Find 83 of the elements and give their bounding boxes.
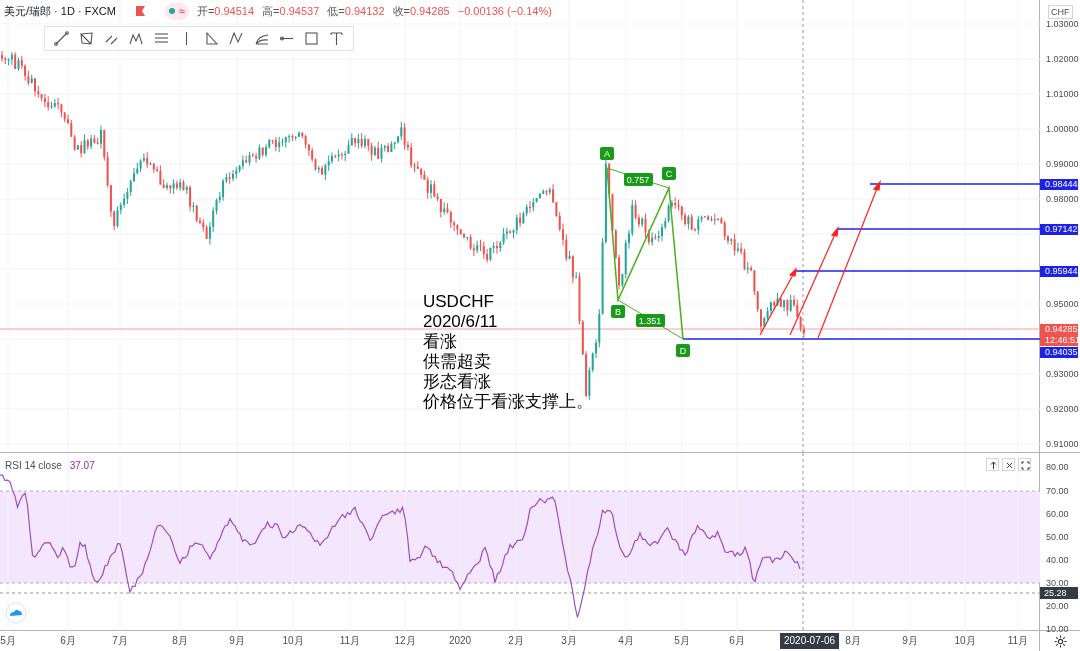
rsi-tick: 20.00: [1046, 601, 1069, 611]
time-label: 12月: [394, 635, 416, 647]
price-tick: 1.02000: [1046, 54, 1079, 64]
status-dot-icon: [168, 8, 175, 15]
rsi-tick: 80.00: [1046, 462, 1069, 472]
ohlc-value: 0.94285: [409, 4, 450, 19]
text-tool-icon[interactable]: [328, 30, 345, 47]
maximize-icon[interactable]: [1018, 458, 1031, 471]
annotation-line: 2020/6/11: [423, 312, 499, 332]
pattern-icon[interactable]: [128, 30, 145, 47]
annotation-line: 看涨: [423, 332, 458, 352]
time-label: 5月: [0, 635, 16, 647]
rsi-title[interactable]: RSI 14 close: [5, 458, 62, 473]
time-label: 2月: [508, 635, 524, 647]
annotation-line: 形态看涨: [423, 372, 492, 392]
price-tag: 0.97142: [1040, 224, 1078, 235]
rsi-value: 37.07: [69, 459, 95, 473]
time-label: 9月: [902, 635, 918, 647]
time-label: 6月: [729, 635, 745, 647]
price-tag: 0.94035: [1040, 347, 1078, 358]
ohlc-label: 开=: [196, 4, 215, 19]
price-tick: 1.00000: [1046, 124, 1079, 134]
diagonal-line-icon[interactable]: [53, 30, 70, 47]
ohlc-label: 收=: [392, 4, 410, 19]
pattern-point-label: C: [662, 167, 676, 180]
annotation-line: 价格位于看涨支撑上。: [423, 392, 593, 412]
settings-icon[interactable]: [1053, 634, 1067, 648]
pattern-point-label: A: [600, 147, 614, 160]
price-tick: 1.03000: [1046, 19, 1079, 29]
rsi-tick: 50.00: [1046, 532, 1069, 542]
time-label: 10月: [954, 635, 976, 647]
time-label: 5月: [674, 635, 690, 647]
price-tick: 0.99000: [1046, 159, 1079, 169]
currency-label[interactable]: CHF: [1048, 5, 1073, 19]
price-tick: 0.92000: [1046, 404, 1079, 414]
indicator-pill[interactable]: ≈: [164, 3, 189, 20]
price-tag: 0.95944: [1040, 266, 1078, 277]
pattern-point-label: D: [676, 344, 690, 357]
price-tick: 1.01000: [1046, 89, 1079, 99]
price-tick: 0.91000: [1046, 439, 1079, 449]
zigzag-icon[interactable]: [228, 30, 245, 47]
triangle-icon[interactable]: [203, 30, 220, 47]
time-label: 3月: [561, 635, 577, 647]
rsi-tick: 30.00: [1046, 578, 1069, 588]
price-tick: 0.95000: [1046, 299, 1079, 309]
quadrilateral-icon[interactable]: [78, 30, 95, 47]
ohlc-label: 低=: [327, 4, 345, 19]
annotation-line: USDCHF: [423, 292, 495, 312]
symbol-title[interactable]: 美元/瑞郎 · 1D · FXCM: [4, 3, 116, 20]
logo-icon[interactable]: [5, 602, 27, 624]
annotation-line: 供需超卖: [423, 352, 492, 372]
time-label: 9月: [229, 635, 245, 647]
rsi-tick: 60.00: [1046, 509, 1069, 519]
price-change: −0.00136 (−0.14%): [457, 4, 552, 19]
time-label: 2020: [448, 635, 472, 647]
time-label: 7月: [112, 635, 128, 647]
price-tick: 0.98000: [1046, 194, 1079, 204]
move-up-icon[interactable]: [986, 458, 999, 471]
time-label: 11月: [339, 635, 361, 647]
ohlc-value: 0.94132: [344, 4, 385, 19]
time-label: 8月: [845, 635, 861, 647]
ohlc-value: 0.94514: [214, 4, 255, 19]
crosshair-value: 25.28: [1040, 587, 1078, 599]
time-label: 6月: [60, 635, 76, 647]
rsi-tick: 10.00: [1046, 624, 1069, 634]
rsi-tick: 70.00: [1046, 486, 1069, 496]
ratio-label: 1.351: [636, 314, 665, 327]
time-label: 10月: [282, 635, 304, 647]
pattern-point-label: B: [611, 305, 625, 318]
time-label: 8月: [172, 635, 188, 647]
price-tick: 0.93000: [1046, 369, 1079, 379]
ratio-label: 0.757: [624, 173, 653, 186]
flag-icon: [135, 6, 145, 17]
crosshair-date: 2020-07-06: [780, 633, 840, 649]
rsi-tick: 40.00: [1046, 555, 1069, 565]
ohlc-label: 高=: [262, 4, 280, 19]
close-icon[interactable]: [1002, 458, 1015, 471]
rectangle-icon[interactable]: [303, 30, 320, 47]
ohlc-value: 0.94537: [279, 4, 320, 19]
time-label: 4月: [618, 635, 634, 647]
time-label: 11月: [1007, 635, 1029, 647]
price-tag: 0.94285: [1040, 324, 1078, 335]
price-tag: 0.98444: [1040, 179, 1078, 190]
